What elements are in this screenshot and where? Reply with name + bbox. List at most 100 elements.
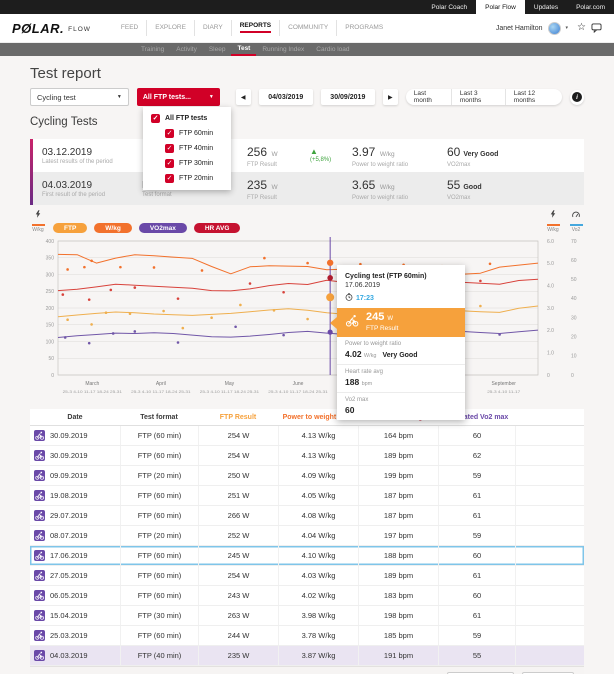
legend-pill-ftp[interactable]: FTP: [53, 223, 87, 233]
polar-logo[interactable]: PØLAR.: [12, 21, 64, 36]
feedback-bubble-icon[interactable]: [591, 23, 602, 33]
dropdown-option-ftp-60min[interactable]: ✓FTP 60min: [143, 126, 231, 141]
favorites-star-icon[interactable]: ☆: [577, 23, 586, 33]
summary-row-latest: 03.12.2019 Latest results of the period …: [30, 139, 584, 172]
data-dot-ftp: [66, 318, 69, 321]
cycling-sport-icon: [34, 470, 45, 481]
topbar-link-polar-coach[interactable]: Polar Coach: [422, 0, 476, 14]
subnav-training[interactable]: Training: [135, 43, 170, 56]
nav-reports[interactable]: REPORTS: [231, 20, 279, 37]
date-from-field[interactable]: 04/03/2019: [259, 89, 313, 105]
table-row[interactable]: 29.07.2019FTP (60 min)266 W4.08 W/kg187 …: [30, 506, 584, 526]
right-axis-wkg-tick: 6.0: [547, 239, 554, 245]
cell-empty: [515, 586, 584, 605]
cell-heart-rate-avg: 198 bpm: [358, 606, 438, 625]
left-axis-tick: 0: [51, 373, 54, 379]
cell-date: 04.03.2019: [30, 646, 120, 665]
x-axis-month: April: [156, 381, 166, 387]
nav-explore[interactable]: EXPLORE: [146, 20, 194, 37]
data-dot-w-kg: [83, 266, 86, 269]
cycling-sport-icon: [34, 590, 45, 601]
range-last-12-months[interactable]: Last 12 months: [505, 89, 562, 105]
subnav-activity[interactable]: Activity: [170, 43, 203, 56]
user-menu-caret-icon[interactable]: ▾: [566, 25, 569, 31]
data-dot-w-kg: [119, 266, 122, 269]
topbar-link-polar-flow[interactable]: Polar Flow: [476, 0, 525, 14]
user-name[interactable]: Janet Hamilton: [496, 25, 543, 32]
bolt-icon: [35, 205, 41, 223]
checkbox-checked-icon[interactable]: ✓: [151, 114, 160, 123]
cycling-sport-icon: [34, 650, 45, 661]
cell-empty: [515, 506, 584, 525]
cell-test-format: FTP (60 min): [120, 566, 198, 585]
nav-programs[interactable]: PROGRAMS: [336, 20, 391, 37]
table-row[interactable]: 06.05.2019FTP (60 min)243 W4.02 W/kg183 …: [30, 586, 584, 606]
cell-power-to-weight: 4.05 W/kg: [278, 486, 358, 505]
table-row[interactable]: 30.09.2019FTP (60 min)254 W4.13 W/kg164 …: [30, 426, 584, 446]
table-row[interactable]: 17.06.2019FTP (60 min)245 W4.10 W/kg188 …: [30, 546, 584, 566]
table-row[interactable]: 30.09.2019FTP (60 min)254 W4.13 W/kg189 …: [30, 446, 584, 466]
left-axis-tick: 100: [46, 339, 55, 345]
data-dot-ftp: [105, 311, 108, 314]
legend-pill-hr-avg[interactable]: HR AVG: [194, 223, 241, 233]
cycling-sport-icon: [34, 510, 45, 521]
polar-flow-test-report-page: Polar CoachPolar FlowUpdatesPolar.com PØ…: [0, 0, 614, 674]
legend-pill-vo2max[interactable]: VO2max: [139, 223, 187, 233]
checkbox-checked-icon[interactable]: ✓: [165, 129, 174, 138]
app-header: PØLAR. FLOW FEEDEXPLOREDIARYREPORTSCOMMU…: [0, 14, 614, 43]
checkbox-checked-icon[interactable]: ✓: [165, 174, 174, 183]
stopwatch-icon: [345, 293, 353, 303]
cell-ftp-result: 254 W: [198, 446, 278, 465]
test-results-chart[interactable]: 4003503002502001501005006.05.04.03.02.01…: [30, 235, 584, 403]
legend-pill-w-kg[interactable]: W/kg: [94, 223, 132, 233]
cell-vo2-max: 55: [438, 646, 515, 665]
chart-tooltip: Cycling test (FTP 60min) 17.06.2019 17:2…: [337, 265, 465, 420]
cell-empty: [515, 446, 584, 465]
dropdown-option-label: FTP 30min: [179, 160, 213, 167]
subnav-sleep[interactable]: Sleep: [203, 43, 232, 56]
range-last-month[interactable]: Last month: [406, 89, 451, 105]
nav-feed[interactable]: FEED: [113, 20, 146, 37]
series-line-hr-avg: [58, 279, 538, 293]
sport-select[interactable]: Cycling test ▼: [30, 88, 129, 106]
table-row[interactable]: 15.04.2019FTP (30 min)263 W3.98 W/kg198 …: [30, 606, 584, 626]
subnav-cardio-load[interactable]: Cardio load: [310, 43, 355, 56]
info-button[interactable]: i: [570, 90, 584, 105]
subnav-test[interactable]: Test: [231, 43, 256, 56]
range-last-3-months[interactable]: Last 3 months: [451, 89, 505, 105]
dropdown-option-label: FTP 20min: [179, 175, 213, 182]
data-dot-hr-avg: [479, 280, 482, 283]
dropdown-option-ftp-20min[interactable]: ✓ FTP 20min: [143, 171, 231, 186]
cell-power-to-weight: 3.87 W/kg: [278, 646, 358, 665]
dropdown-option-ftp-40min[interactable]: ✓FTP 40min: [143, 141, 231, 156]
prev-period-button[interactable]: ◀: [236, 89, 251, 105]
next-period-button[interactable]: ▶: [383, 89, 398, 105]
bolt-icon: [550, 205, 556, 223]
dropdown-option-ftp-30min[interactable]: ✓ FTP 30min: [143, 156, 231, 171]
date-value: 27.05.2019: [50, 571, 88, 580]
table-row[interactable]: 04.03.2019FTP (40 min)235 W3.87 W/kg191 …: [30, 646, 584, 666]
topbar-link-polar-com[interactable]: Polar.com: [567, 0, 614, 14]
table-row[interactable]: 27.05.2019FTP (60 min)254 W4.03 W/kg189 …: [30, 566, 584, 586]
nav-diary[interactable]: DIARY: [194, 20, 231, 37]
cell-test-format: FTP (20 min): [120, 466, 198, 485]
topbar-link-updates[interactable]: Updates: [525, 0, 567, 14]
test-type-select[interactable]: All FTP tests... ▼: [137, 88, 220, 106]
dropdown-option-label: All FTP tests: [165, 115, 207, 122]
table-row[interactable]: 08.07.2019FTP (20 min)252 W4.04 W/kg197 …: [30, 526, 584, 546]
date-to-field[interactable]: 30/09/2019: [321, 89, 375, 105]
cell-date: 06.05.2019: [30, 586, 120, 605]
cell-empty: [515, 566, 584, 585]
checkbox-checked-icon[interactable]: ✓: [165, 144, 174, 153]
table-row[interactable]: 09.09.2019FTP (20 min)250 W4.09 W/kg199 …: [30, 466, 584, 486]
series-line-w-kg: [58, 254, 538, 274]
avatar[interactable]: [548, 22, 561, 35]
nav-community[interactable]: COMMUNITY: [279, 20, 336, 37]
x-axis-month: May: [225, 381, 235, 387]
checkbox-checked-icon[interactable]: ✓: [165, 159, 174, 168]
table-row[interactable]: 25.03.2019FTP (60 min)244 W3.78 W/kg185 …: [30, 626, 584, 646]
table-row[interactable]: 19.08.2019FTP (60 min)251 W4.05 W/kg187 …: [30, 486, 584, 506]
left-axis-tick: 150: [46, 323, 55, 329]
dropdown-option-all[interactable]: ✓ All FTP tests: [143, 111, 231, 126]
subnav-running-index[interactable]: Running Index: [256, 43, 310, 56]
